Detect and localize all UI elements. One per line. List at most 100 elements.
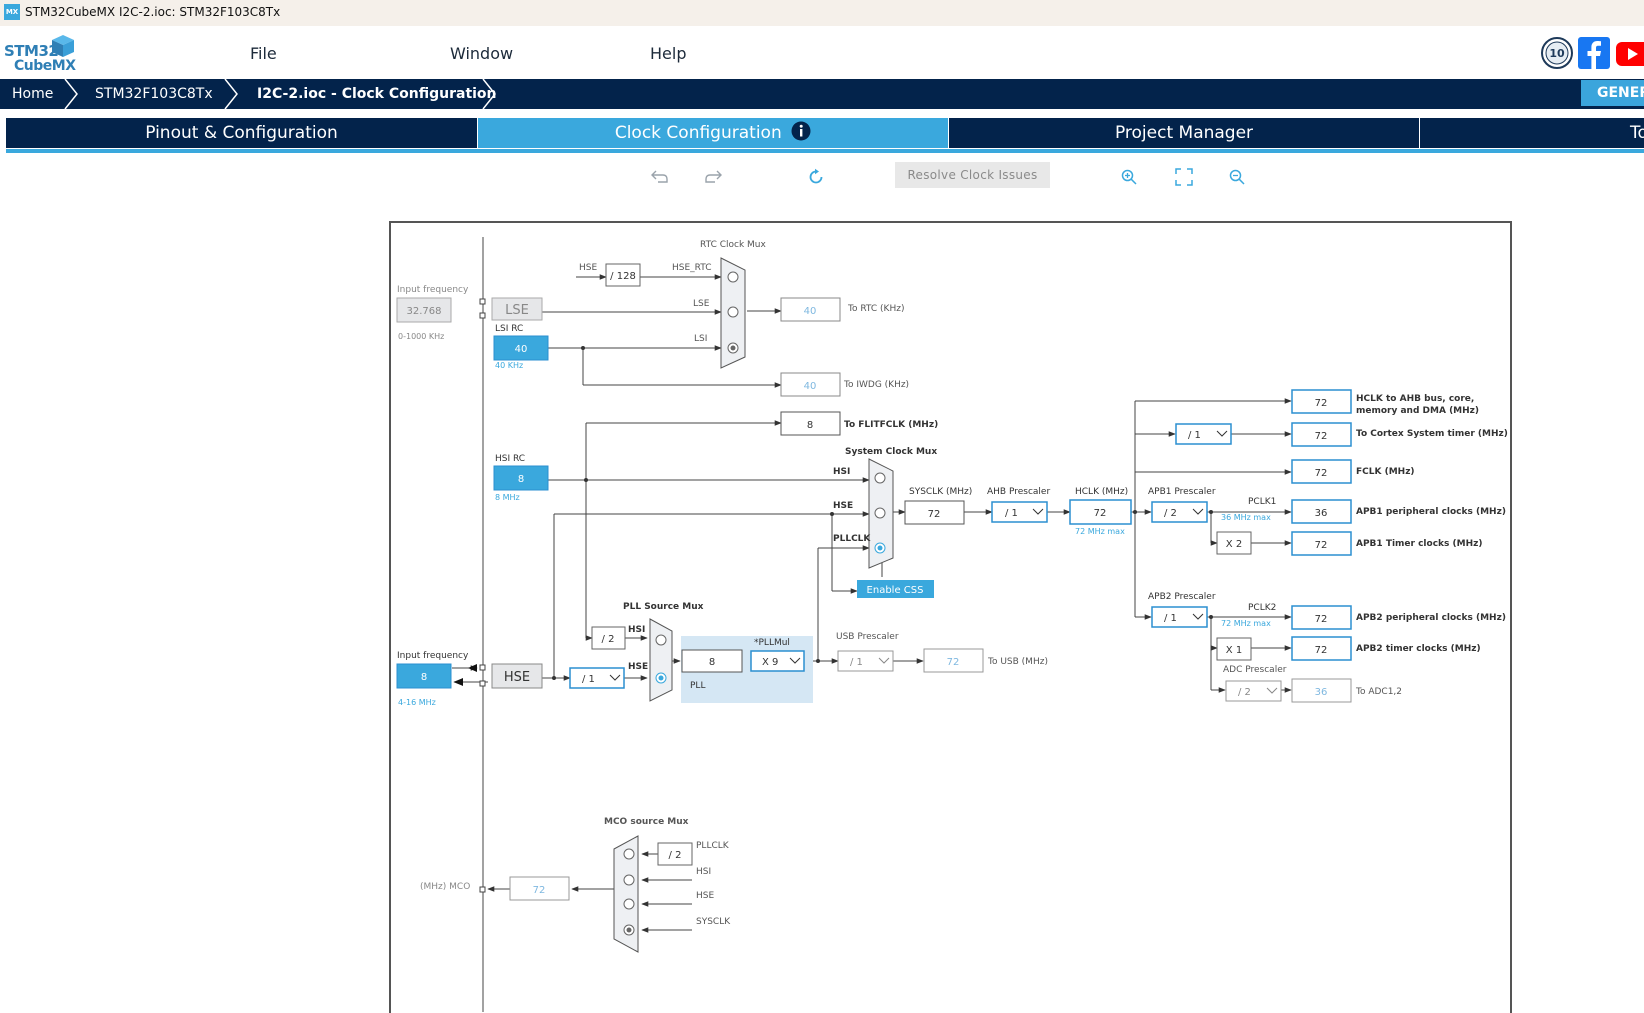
hse-rtc-label: HSE_RTC	[672, 263, 712, 273]
pll-mux-hsi-label: HSI	[628, 625, 645, 635]
hclk-ahb-output-label: HCLK to AHB bus, core,	[1356, 394, 1474, 404]
apb2-prescaler-value: / 1	[1164, 613, 1177, 624]
hse-arrow-left-icon	[454, 678, 463, 686]
info-icon[interactable]	[791, 121, 811, 141]
facebook-icon[interactable]	[1578, 36, 1610, 70]
adc-prescaler-select[interactable]	[1225, 680, 1282, 702]
generate-code-button[interactable]: GENER	[1581, 80, 1644, 106]
sysmux-hse-radio[interactable]	[874, 507, 886, 519]
breadcrumb: Home STM32F103C8Tx I2C-2.ioc - Clock Con…	[0, 79, 1644, 109]
pll-hsi-div2: / 2	[602, 634, 615, 645]
fit-to-screen-icon[interactable]	[1175, 168, 1193, 186]
breadcrumb-mcu[interactable]: STM32F103C8Tx	[95, 86, 213, 102]
stm32cubemx-logo: STM32 CubeMX	[4, 33, 78, 75]
cortex-timer-divider-value: / 1	[1188, 430, 1201, 441]
zoom-out-icon[interactable]	[1228, 168, 1246, 186]
adc-output-value: 36	[1315, 687, 1328, 698]
apb1-timer-output-label: APB1 Timer clocks (MHz)	[1356, 539, 1482, 549]
ahb-prescaler-select[interactable]	[991, 501, 1048, 523]
rtc-output-label: To RTC (KHz)	[847, 304, 904, 314]
flitfclk-output-label: To FLITFCLK (MHz)	[844, 420, 938, 430]
rtc-mux-lsi-selected	[730, 345, 736, 351]
mco-mux-hsi-radio[interactable]	[623, 874, 635, 886]
anniversary-10-icon[interactable]: 10	[1540, 36, 1574, 70]
tab-bar: Pinout & Configuration Clock Configurati…	[6, 118, 1644, 150]
apb2-peripheral-output-label: APB2 peripheral clocks (MHz)	[1356, 613, 1506, 623]
youtube-icon[interactable]	[1616, 36, 1644, 70]
apb1-prescaler-value: / 2	[1164, 508, 1177, 519]
rtc-lsi-line-label: LSI	[694, 334, 707, 344]
apb1-peripheral-output-value: 36	[1315, 508, 1328, 519]
hse-box-label: HSE	[504, 670, 530, 685]
refresh-icon[interactable]	[807, 168, 825, 186]
hclk-label: HCLK (MHz)	[1075, 487, 1128, 497]
sysmux-hsi-radio[interactable]	[874, 472, 886, 484]
lsi-rc-label: LSI RC	[495, 324, 523, 334]
apb2-peripheral-output-value: 72	[1315, 614, 1328, 625]
mco-label: (MHz) MCO	[420, 882, 470, 892]
apb2-timer-multiplier-value: X 1	[1226, 645, 1242, 656]
ahb-prescaler-value: / 1	[1005, 508, 1018, 519]
zoom-in-icon[interactable]	[1120, 168, 1138, 186]
tab-project-manager[interactable]: Project Manager	[949, 118, 1419, 148]
clock-tree-svg: RTC Clock Mux HSE / 128 HSE_RTC LSE LSI …	[396, 237, 1508, 1012]
breadcrumb-current: I2C-2.ioc - Clock Configuration	[257, 86, 497, 102]
apb2-prescaler-label: APB2 Prescaler	[1148, 592, 1216, 602]
menu-file[interactable]: File	[250, 44, 277, 63]
cortex-timer-output-label: To Cortex System timer (MHz)	[1356, 429, 1508, 439]
tab-underline	[6, 149, 1644, 153]
rtc-hse-label: HSE	[579, 263, 597, 273]
lse-input-frequency-label: Input frequency	[397, 285, 469, 295]
cortex-timer-output-value: 72	[1315, 431, 1328, 442]
usb-prescaler-label: USB Prescaler	[836, 632, 899, 642]
hclk-max: 72 MHz max	[1075, 527, 1125, 536]
menu-window[interactable]: Window	[450, 44, 513, 63]
pll-source-mux-title: PLL Source Mux	[623, 602, 704, 612]
lsi-unit: 40 KHz	[495, 361, 523, 370]
ahb-prescaler-label: AHB Prescaler	[987, 487, 1050, 497]
hse-prediv-select[interactable]	[569, 667, 625, 689]
app-icon: MX	[4, 4, 20, 20]
clock-tree-diagram: RTC Clock Mux HSE / 128 HSE_RTC LSE LSI …	[389, 221, 1512, 1013]
adc-prescaler-label: ADC Prescaler	[1223, 665, 1287, 675]
hse-input-value: 8	[421, 672, 427, 683]
usb-prescaler-select[interactable]	[837, 650, 894, 672]
hse-arrow-right-icon	[468, 664, 477, 672]
breadcrumb-home[interactable]: Home	[12, 86, 53, 102]
apb1-prescaler-label: APB1 Prescaler	[1148, 487, 1216, 497]
pll-label: PLL	[690, 681, 705, 691]
usb-prescaler-value: / 1	[850, 657, 863, 668]
hsi-unit: 8 MHz	[495, 493, 520, 502]
redo-icon[interactable]	[703, 168, 723, 184]
hsi-value: 8	[518, 474, 524, 485]
rtc-mux-lse-radio[interactable]	[727, 306, 739, 318]
tab-tools[interactable]: To	[1420, 118, 1644, 148]
output-clock-fields: 72 HCLK to AHB bus, core, memory and DMA…	[1291, 389, 1508, 703]
apb1-prescaler-select[interactable]	[1151, 501, 1208, 523]
cortex-timer-divider-select[interactable]	[1175, 423, 1232, 445]
pll-mux-hsi-radio[interactable]	[655, 634, 667, 646]
lse-input-value: 32.768	[407, 306, 442, 317]
rtc-mux-hse-radio[interactable]	[727, 271, 739, 283]
hclk-ahb-output-label2: memory and DMA (MHz)	[1356, 406, 1479, 416]
hsi-rc-label: HSI RC	[495, 454, 525, 464]
chevron-right-icon	[482, 79, 496, 109]
tab-clock-configuration-label: Clock Configuration	[614, 123, 782, 143]
fclk-output-label: FCLK (MHz)	[1356, 467, 1415, 477]
undo-icon[interactable]	[650, 168, 670, 184]
pll-mux-hse-selected	[658, 675, 664, 681]
chevron-right-icon	[64, 79, 78, 109]
tab-pinout-configuration[interactable]: Pinout & Configuration	[6, 118, 477, 148]
mco-mux-pllclk-radio[interactable]	[623, 848, 635, 860]
apb2-timer-output-label: APB2 timer clocks (MHz)	[1356, 644, 1481, 654]
tab-clock-configuration[interactable]: Clock Configuration	[478, 118, 948, 148]
enable-css-label: Enable CSS	[867, 585, 924, 596]
flitfclk-output-value: 8	[807, 420, 813, 431]
pclk2-max: 72 MHz max	[1221, 619, 1271, 628]
pll-source-mux[interactable]	[649, 618, 673, 702]
mco-mux-hse-radio[interactable]	[623, 898, 635, 910]
resolve-clock-issues-button[interactable]: Resolve Clock Issues	[895, 162, 1050, 188]
menu-help[interactable]: Help	[650, 44, 686, 63]
rtc-mux-title: RTC Clock Mux	[700, 240, 766, 250]
apb2-prescaler-select[interactable]	[1151, 606, 1208, 628]
